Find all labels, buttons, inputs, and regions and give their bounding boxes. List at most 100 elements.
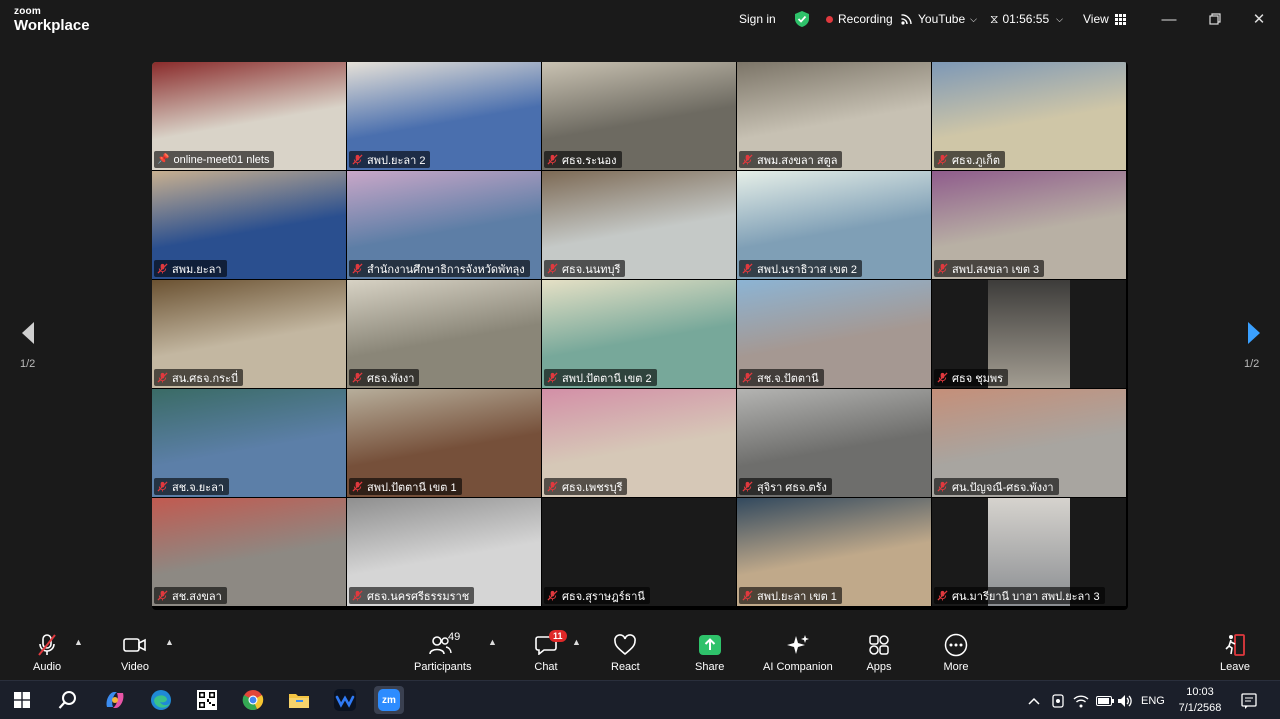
- livestream-youtube-menu[interactable]: YouTube ⌵: [900, 0, 977, 38]
- participant-name-label: สพป.นราธิวาส เขต 2: [739, 260, 863, 277]
- meet-now-icon[interactable]: [1050, 681, 1066, 719]
- more-button[interactable]: More: [943, 633, 969, 677]
- participants-button[interactable]: Participants: [414, 633, 471, 677]
- participant-video-tile[interactable]: ศธจ ชุมพร: [932, 280, 1126, 388]
- participant-name: ศธจ.ระนอง: [562, 154, 617, 167]
- participant-video-tile[interactable]: ศธจ.ภูเก็ต: [932, 62, 1126, 170]
- participant-name-label: สพม.สงขลา สตูล: [739, 151, 843, 168]
- next-page-arrow-icon[interactable]: [1244, 320, 1264, 346]
- participant-name: ศธจ ชุมพร: [952, 372, 1004, 385]
- participant-video-tile[interactable]: สพป.นราธิวาส เขต 2: [737, 171, 931, 279]
- audio-button[interactable]: Audio: [33, 633, 61, 677]
- participant-name: สพป.ปัตตานี เขต 2: [562, 372, 652, 385]
- participant-video-tile[interactable]: สพป.สงขลา เขต 3: [932, 171, 1126, 279]
- chat-button[interactable]: 11 Chat: [533, 630, 567, 677]
- muted-microphone-icon: [742, 372, 753, 383]
- participant-video-tile[interactable]: ศธจ.สุราษฎร์ธานี: [542, 498, 736, 606]
- leave-label: Leave: [1220, 661, 1250, 673]
- recording-indicator[interactable]: Recording: [826, 0, 893, 38]
- participant-video-tile[interactable]: สน.ศธจ.กระบี่: [152, 280, 346, 388]
- share-button[interactable]: Share: [695, 633, 724, 677]
- participant-video-tile[interactable]: 📌 online-meet01 nlets: [152, 62, 346, 170]
- meeting-timer[interactable]: ⧖ 01:56:55 ⌵: [990, 0, 1063, 38]
- participant-name-label: ศน.มารียานี บาฮา สพป.ยะลา 3: [934, 587, 1105, 604]
- ai-companion-label: AI Companion: [763, 661, 833, 673]
- participant-video-tile[interactable]: ศธจ.นครศรีธรรมราช: [347, 498, 541, 606]
- edge-browser-icon[interactable]: [146, 686, 176, 714]
- participant-name-label: สพป.ยะลา 2: [349, 151, 431, 168]
- broadcast-icon: [901, 14, 912, 25]
- participant-video-tile[interactable]: สำนักงานศึกษาธิการจังหวัดพัทลุง: [347, 171, 541, 279]
- file-explorer-icon[interactable]: [284, 686, 314, 714]
- participant-video-tile[interactable]: ศธจ.เพชรบุรี: [542, 389, 736, 497]
- participant-video-tile[interactable]: สพม.ยะลา: [152, 171, 346, 279]
- muted-microphone-icon: [547, 481, 558, 492]
- qr-code-app-icon[interactable]: [192, 686, 222, 714]
- show-hidden-icons-chevron-icon[interactable]: [1028, 681, 1040, 719]
- muted-microphone-icon: [34, 633, 60, 657]
- participant-video-tile[interactable]: สพม.สงขลา สตูล: [737, 62, 931, 170]
- participant-video-tile[interactable]: สช.จ.ยะลา: [152, 389, 346, 497]
- apps-button[interactable]: Apps: [866, 633, 892, 677]
- participant-name-label: ศธจ.พังงา: [349, 369, 420, 386]
- battery-icon[interactable]: [1096, 681, 1114, 719]
- audio-label: Audio: [33, 661, 62, 673]
- muted-microphone-icon: [547, 372, 558, 383]
- muted-microphone-icon: [157, 481, 168, 492]
- participant-name: ศธจ.สุราษฎร์ธานี: [562, 590, 645, 603]
- participant-video-tile[interactable]: สพป.ยะลา เขต 1: [737, 498, 931, 606]
- minimize-icon[interactable]: —: [1157, 8, 1181, 30]
- input-language-indicator[interactable]: ENG: [1141, 681, 1165, 719]
- participants-options-caret-icon[interactable]: ▲: [488, 637, 497, 647]
- muted-microphone-icon: [547, 154, 558, 165]
- restore-icon[interactable]: [1203, 8, 1227, 30]
- participant-video-tile[interactable]: สช.สงขลา: [152, 498, 346, 606]
- muted-microphone-icon: [157, 263, 168, 274]
- apps-label: Apps: [866, 661, 892, 673]
- audio-options-caret-icon[interactable]: ▲: [74, 637, 83, 647]
- ai-companion-button[interactable]: AI Companion: [763, 633, 833, 677]
- participant-name: ศธจ.พังงา: [367, 372, 415, 385]
- muted-microphone-icon: [157, 590, 168, 601]
- muted-microphone-icon: [157, 372, 168, 383]
- copilot-icon[interactable]: [100, 686, 130, 714]
- participant-video-tile[interactable]: สุจิรา ศธจ.ตรัง: [737, 389, 931, 497]
- leave-button[interactable]: Leave: [1220, 633, 1250, 677]
- grid-icon: [1114, 13, 1126, 25]
- sign-in-button[interactable]: Sign in: [739, 0, 776, 38]
- video-options-caret-icon[interactable]: ▲: [165, 637, 174, 647]
- participant-video-tile[interactable]: ศธจ.พังงา: [347, 280, 541, 388]
- participant-video-tile[interactable]: สพป.ปัตตานี เขต 2: [542, 280, 736, 388]
- participant-video-tile[interactable]: สพป.ยะลา 2: [347, 62, 541, 170]
- muted-microphone-icon: [547, 263, 558, 274]
- participant-video-tile[interactable]: สช.จ.ปัตตานี: [737, 280, 931, 388]
- participant-video-tile[interactable]: สพป.ปัตตานี เขต 1: [347, 389, 541, 497]
- search-icon[interactable]: [53, 686, 83, 714]
- encryption-shield-icon[interactable]: [793, 0, 811, 38]
- video-button[interactable]: Video: [121, 633, 149, 677]
- previous-page-arrow-icon[interactable]: [18, 320, 38, 346]
- close-icon[interactable]: ✕: [1247, 8, 1271, 30]
- windows-taskbar: zm ENG 10:03 7/1/2568: [0, 680, 1280, 719]
- participant-name-label: สพป.ปัตตานี เขต 2: [544, 369, 657, 386]
- react-label: React: [611, 661, 640, 673]
- participant-video-tile[interactable]: ศธจ.นนทบุรี: [542, 171, 736, 279]
- participant-video-tile[interactable]: ศธจ.ระนอง: [542, 62, 736, 170]
- windows-start-icon[interactable]: [7, 686, 37, 714]
- view-button[interactable]: View: [1083, 0, 1126, 38]
- system-clock[interactable]: 10:03 7/1/2568: [1170, 681, 1230, 719]
- participant-name: สช.จ.ปัตตานี: [757, 372, 819, 385]
- chat-options-caret-icon[interactable]: ▲: [572, 637, 581, 647]
- webex-app-icon[interactable]: [330, 686, 360, 714]
- chrome-browser-icon[interactable]: [238, 686, 268, 714]
- volume-speaker-icon[interactable]: [1117, 681, 1133, 719]
- participant-name-label: สุจิรา ศธจ.ตรัง: [739, 478, 832, 495]
- title-bar: zoom Workplace Sign in Recording YouTube…: [0, 0, 1280, 40]
- notifications-icon[interactable]: [1241, 681, 1257, 719]
- participant-video-tile[interactable]: ศน.ปัญจณี-ศธจ.พังงา: [932, 389, 1126, 497]
- zoom-taskbar-icon[interactable]: zm: [374, 686, 404, 714]
- network-wifi-icon[interactable]: [1073, 681, 1089, 719]
- participant-name-label: สพป.ยะลา เขต 1: [739, 587, 842, 604]
- participant-video-tile[interactable]: ศน.มารียานี บาฮา สพป.ยะลา 3: [932, 498, 1126, 606]
- react-button[interactable]: React: [611, 633, 640, 677]
